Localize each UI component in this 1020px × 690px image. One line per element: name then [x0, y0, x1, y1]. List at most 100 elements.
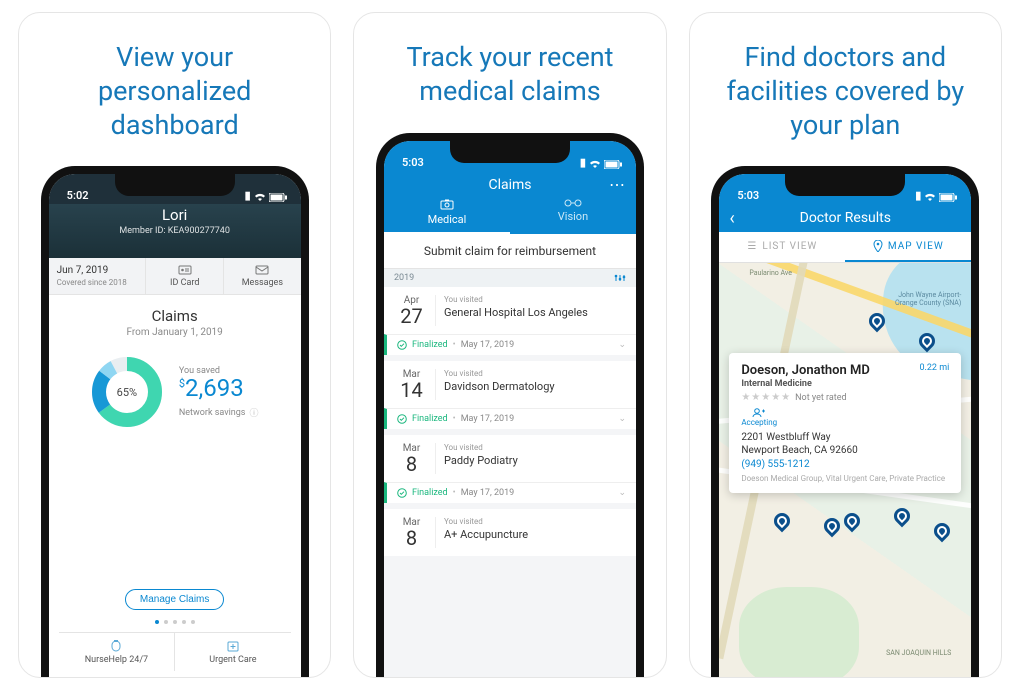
saved-value: 2,693: [185, 374, 244, 402]
signal-icon: ▮: [580, 156, 586, 169]
pager-dot[interactable]: [155, 620, 159, 624]
map-view-button[interactable]: MAP VIEW: [845, 232, 971, 262]
tab-vision[interactable]: Vision: [510, 199, 636, 234]
check-icon: [397, 340, 407, 350]
phone-notch: [450, 141, 570, 163]
messages-label: Messages: [242, 278, 283, 288]
visited-label: You visited: [444, 443, 518, 452]
promo-card-dashboard: View your personalized dashboard 5:02 ▮ …: [18, 12, 331, 678]
id-card-label: ID Card: [170, 278, 199, 288]
map-pin[interactable]: [891, 505, 914, 528]
nurse-icon: [108, 639, 124, 653]
pager-dots[interactable]: [59, 620, 291, 624]
accepting-badge: Accepting: [741, 407, 777, 427]
visited-label: You visited: [444, 369, 555, 378]
manage-claims-button[interactable]: Manage Claims: [125, 589, 224, 610]
phone-mock: 5:02 ▮ Lori Member ID: KEA900277740 Jun: [41, 166, 309, 677]
claim-item[interactable]: Mar8You visitedA+ Accupuncture: [384, 509, 636, 556]
pager-dot[interactable]: [191, 620, 195, 624]
submit-claim-button[interactable]: Submit claim for reimbursement: [384, 234, 636, 269]
map-pin[interactable]: [841, 510, 864, 533]
provider-name: Paddy Podiatry: [444, 454, 518, 467]
claim-item[interactable]: Apr27You visitedGeneral Hospital Los Ang…: [384, 287, 636, 355]
tab-vision-label: Vision: [558, 210, 588, 223]
claim-item[interactable]: Mar8 You visited Paddy Podiatry Finalized•M…: [384, 435, 636, 503]
doctor-result-card[interactable]: 0.22 mi Doeson, Jonathon MD Internal Med…: [729, 353, 961, 493]
battery-icon: [604, 160, 622, 169]
user-hero: Lori Member ID: KEA900277740: [49, 204, 301, 258]
pager-dot[interactable]: [164, 620, 168, 624]
list-view-button[interactable]: ☰ LIST VIEW: [719, 232, 845, 262]
tab-medical-label: Medical: [428, 213, 467, 226]
currency-symbol: $: [179, 377, 185, 390]
claim-status-row[interactable]: Finalized•May 17, 2019⌄: [384, 334, 636, 355]
doctor-distance: 0.22 mi: [919, 363, 949, 373]
status-time: 5:03: [737, 189, 759, 202]
claim-date: Mar8: [394, 443, 436, 474]
battery-icon: [939, 193, 957, 202]
user-name: Lori: [49, 206, 301, 224]
promo-card-claims: Track your recent medical claims 5:03 ▮ …: [353, 12, 666, 678]
headline: Find doctors and facilities covered by y…: [702, 41, 989, 142]
id-card-button[interactable]: ID Card: [146, 258, 224, 294]
accepting-icon: [752, 407, 766, 417]
headline: Track your recent medical claims: [366, 41, 653, 109]
filter-icon[interactable]: [614, 273, 626, 283]
map-park: [739, 587, 859, 677]
more-icon[interactable]: ⋯: [609, 175, 626, 194]
list-view-label: LIST VIEW: [762, 241, 817, 252]
status-label: Finalized: [412, 340, 448, 350]
visited-label: You visited: [444, 517, 528, 526]
member-id: Member ID: KEA900277740: [49, 226, 301, 236]
claim-date: Mar8: [394, 517, 436, 548]
pager-dot[interactable]: [173, 620, 177, 624]
network-savings-label: Network savings ⓘ: [179, 406, 259, 419]
map-view-label: MAP VIEW: [888, 241, 944, 252]
status-icons: ▮: [915, 189, 957, 202]
doctor-specialty: Internal Medicine: [741, 379, 949, 389]
doctor-phone[interactable]: (949) 555-1212: [741, 459, 949, 470]
status-icons: ▮: [580, 156, 622, 169]
status-icons: ▮: [245, 189, 287, 202]
map-pin[interactable]: [771, 510, 794, 533]
status-label: Finalized: [412, 488, 448, 498]
phone-notch: [785, 174, 905, 196]
signal-icon: ▮: [915, 189, 921, 202]
phone-mock: 5:03 ▮ Claims ⋯ Medical Visi: [376, 133, 644, 678]
donut-percent: 65%: [91, 356, 163, 428]
nursehelp-label: NurseHelp 24/7: [85, 655, 148, 665]
doctor-name: Doeson, Jonathon MD: [741, 363, 949, 378]
phone-screen: 5:03 ▮ ‹ Doctor Results ☰ LIST VIEW: [719, 174, 971, 677]
phone-screen: 5:02 ▮ Lori Member ID: KEA900277740 Jun: [49, 174, 301, 677]
map-pin[interactable]: [821, 515, 844, 538]
map-pin-icon: [873, 240, 883, 252]
year-label: 2019: [394, 273, 414, 283]
info-strip: Jun 7, 2019 Covered since 2018 ID Card M…: [49, 258, 301, 295]
claim-item[interactable]: Mar14You visitedDavidson DermatologyFina…: [384, 361, 636, 429]
check-icon: [397, 414, 407, 424]
current-date: Jun 7, 2019: [57, 265, 109, 276]
map[interactable]: Paularino Ave John Wayne Airport-Orange …: [719, 263, 971, 677]
wifi-icon: [589, 160, 601, 169]
pager-dot[interactable]: [182, 620, 186, 624]
claim-status-row[interactable]: Finalized•May 17, 2019⌄: [384, 408, 636, 429]
map-pin[interactable]: [931, 520, 954, 543]
claims-list[interactable]: Apr27You visitedGeneral Hospital Los Ang…: [384, 287, 636, 678]
coverage-cell[interactable]: Jun 7, 2019 Covered since 2018: [49, 258, 147, 294]
page-header: ‹ Doctor Results: [719, 204, 971, 232]
urgentcare-button[interactable]: Urgent Care: [175, 633, 291, 671]
nursehelp-button[interactable]: NurseHelp 24/7: [59, 633, 176, 671]
provider-name: Davidson Dermatology: [444, 380, 555, 393]
provider-name: General Hospital Los Angeles: [444, 306, 588, 319]
savings-row: 65% You saved $2,693 Network savings ⓘ: [59, 356, 291, 428]
tab-medical[interactable]: Medical: [384, 199, 510, 234]
envelope-icon: [255, 264, 269, 276]
messages-button[interactable]: Messages: [224, 258, 301, 294]
headline: View your personalized dashboard: [31, 41, 318, 142]
signal-icon: ▮: [245, 189, 251, 202]
claim-day: 27: [394, 306, 429, 326]
info-icon[interactable]: ⓘ: [249, 406, 258, 419]
urgentcare-label: Urgent Care: [209, 655, 256, 665]
claim-status-row[interactable]: Finalized•May 17, 2019⌄: [384, 482, 636, 503]
back-icon[interactable]: ‹: [729, 208, 734, 229]
